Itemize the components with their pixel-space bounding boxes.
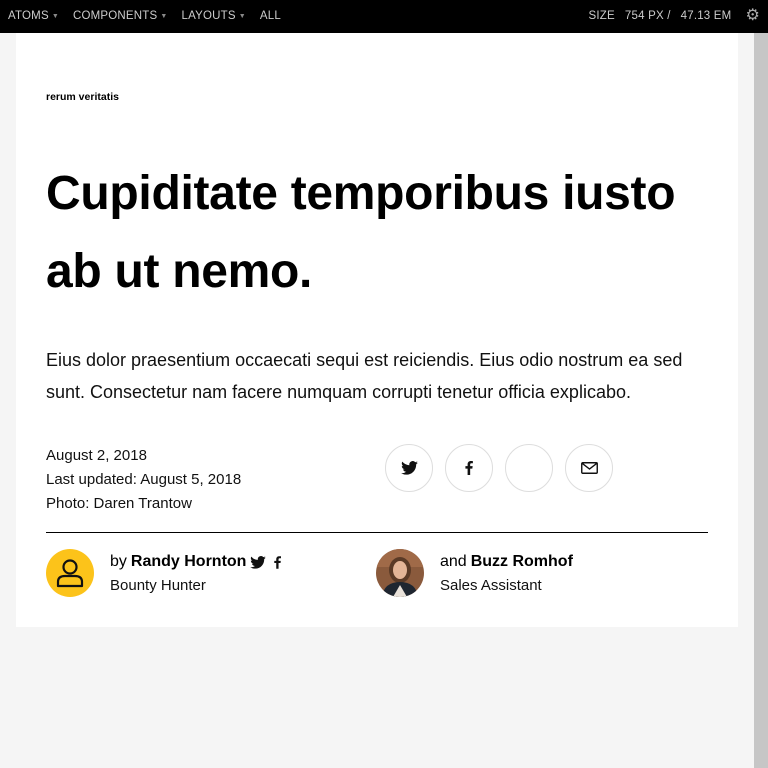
article-dek: Eius dolor praesentium occaecati sequi e… — [46, 350, 683, 402]
updated-date: Last updated: August 5, 2018 — [46, 471, 242, 488]
nav-layouts[interactable]: LAYOUTS ▼ — [182, 10, 246, 22]
nav-components[interactable]: COMPONENTS ▼ — [73, 10, 168, 22]
scrollbar[interactable] — [754, 33, 768, 768]
author-name[interactable]: Randy Hornton — [131, 550, 247, 574]
share-email-button[interactable] — [565, 444, 613, 492]
chevron-down-icon: ▼ — [51, 12, 59, 20]
article-headline: Cupiditate temporibus iusto ab ut nemo. — [46, 167, 676, 298]
author-role: Sales Assistant — [440, 577, 542, 594]
publish-date: August 2, 2018 — [46, 447, 147, 464]
divider — [46, 532, 708, 533]
size-em-value[interactable]: 47.13 EM — [681, 10, 732, 22]
author-name[interactable]: Buzz Romhof — [471, 550, 573, 574]
photo-credit: Photo: Daren Trantow — [46, 495, 192, 512]
nav-components-label: COMPONENTS — [72, 10, 158, 22]
twitter-icon[interactable] — [250, 555, 267, 569]
article-header-card: rerum veritatis Cupiditate temporibus iu… — [16, 33, 738, 627]
nav-all-label: ALL — [259, 10, 281, 22]
pattern-lab-toolbar: ATOMS ▼ COMPONENTS ▼ LAYOUTS ▼ ALL SIZE … — [0, 0, 768, 33]
share-facebook-button[interactable] — [445, 444, 493, 492]
author-prefix: and — [440, 553, 467, 570]
twitter-icon — [400, 461, 418, 475]
gear-icon[interactable]: ⚙ — [745, 8, 760, 24]
toolbar-nav: ATOMS ▼ COMPONENTS ▼ LAYOUTS ▼ ALL — [8, 10, 281, 22]
author-byline: and Buzz Romhof Sales Assistant — [376, 549, 573, 598]
share-buttons — [385, 444, 613, 492]
nav-layouts-label: LAYOUTS — [181, 10, 236, 22]
chevron-down-icon: ▼ — [160, 12, 168, 20]
nav-all[interactable]: ALL — [260, 10, 281, 22]
chevron-down-icon: ▼ — [238, 12, 246, 20]
author-byline: by Randy Hornton Bounty Hunter — [46, 549, 282, 598]
size-label: SIZE — [588, 10, 615, 22]
share-twitter-button[interactable] — [385, 444, 433, 492]
author-prefix: by — [110, 553, 127, 570]
user-icon — [56, 559, 84, 588]
nav-atoms[interactable]: ATOMS ▼ — [8, 10, 59, 22]
article-meta: August 2, 2018 Last updated: August 5, 2… — [46, 444, 241, 516]
nav-atoms-label: ATOMS — [8, 10, 49, 22]
author-role: Bounty Hunter — [110, 577, 206, 594]
share-blank-button[interactable] — [505, 444, 553, 492]
article-kicker[interactable]: rerum veritatis — [46, 91, 119, 103]
mail-icon — [580, 462, 598, 474]
author-photo — [376, 549, 424, 597]
facebook-icon[interactable] — [274, 555, 282, 569]
avatar — [46, 549, 94, 597]
facebook-icon — [465, 461, 473, 475]
size-px-value[interactable]: 754 PX / — [625, 10, 671, 22]
size-readout: SIZE 754 PX / 47.13 EM ⚙ — [588, 8, 760, 24]
avatar — [376, 549, 424, 597]
